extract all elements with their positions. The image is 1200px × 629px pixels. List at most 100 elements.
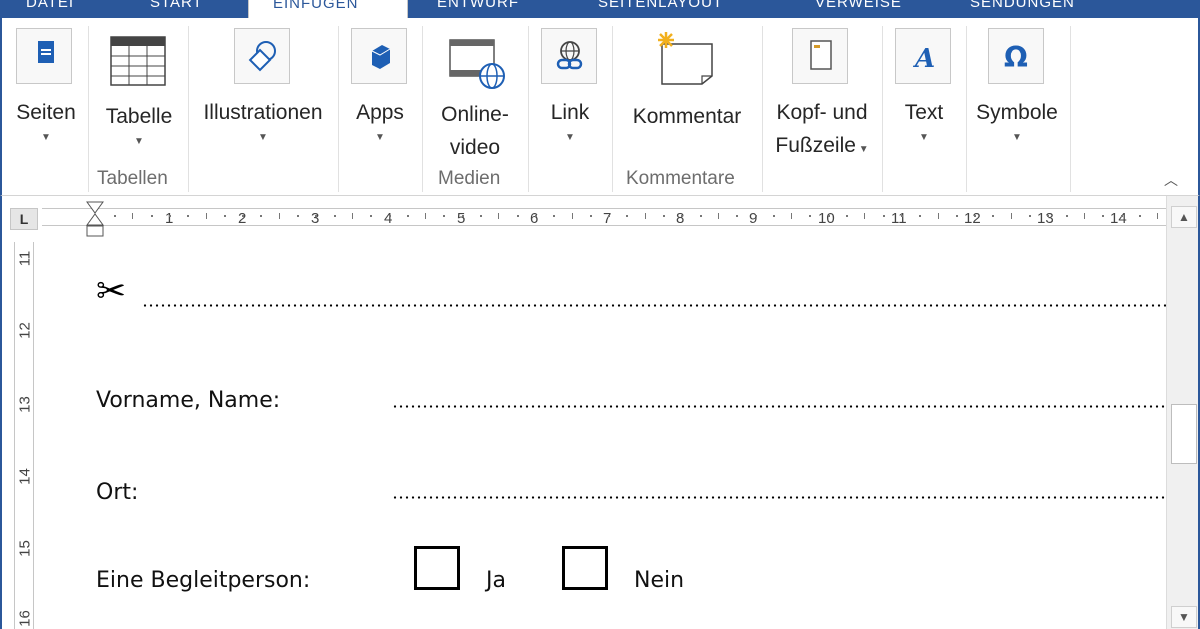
ruler-tick (736, 215, 739, 217)
link-icon (556, 41, 583, 70)
indent-marker-icon[interactable] (86, 201, 104, 247)
ruler-tick (846, 215, 848, 217)
kopf-fusszeile-button[interactable]: Kopf- und Fußzeile ▼ (766, 96, 878, 166)
ruler-tick (443, 215, 446, 217)
ruler-tick (315, 215, 318, 217)
illustrationen-button[interactable]: Illustrationen ▼ (194, 96, 332, 147)
vruler-number: 16 (16, 610, 34, 627)
shapes-icon (248, 41, 276, 72)
tab-start[interactable]: START (150, 0, 203, 18)
ruler-tick (1083, 213, 1085, 219)
ruler-tick (571, 213, 573, 219)
chevron-down-icon: ▼ (134, 136, 144, 147)
ruler-tick (955, 215, 958, 217)
scroll-up-icon[interactable]: ▲ (1171, 206, 1197, 228)
ruler-tick (864, 213, 866, 219)
ruler-tick (553, 215, 556, 217)
ruler-tick (168, 215, 171, 217)
chevron-down-icon: ▼ (375, 132, 385, 143)
name-label: Vorname, Name: (96, 388, 281, 413)
tab-selector[interactable]: L (10, 208, 38, 230)
divider (762, 26, 763, 192)
ruler-tick (425, 213, 427, 219)
cut-line (142, 304, 1166, 307)
ruler-tick (406, 215, 409, 217)
ruler-tick (114, 215, 116, 217)
apps-button[interactable]: Apps ▼ (344, 96, 416, 147)
ruler-tick (223, 215, 226, 217)
ruler-tick (1102, 215, 1105, 217)
ruler-tick (278, 213, 280, 219)
online-video-button[interactable]: Online- video (428, 98, 522, 164)
ruler-tick (1029, 215, 1031, 217)
ja-label: Ja (486, 568, 506, 593)
tabelle-button[interactable]: Tabelle ▼ (98, 100, 180, 151)
ruler-tick (351, 213, 353, 219)
apps-icon-frame (351, 28, 407, 84)
ruler-number: 10 (818, 210, 835, 227)
ruler-tick (992, 215, 995, 217)
ruler-tick (516, 215, 519, 217)
omega-icon: Ω (1004, 41, 1028, 74)
seiten-icon-frame (16, 28, 72, 84)
text-button[interactable]: Text ▼ (888, 96, 960, 147)
text-icon-frame: A (895, 28, 951, 84)
illustrationen-label: Illustrationen (203, 101, 323, 124)
ruler-tick (937, 213, 939, 219)
ruler-tick (791, 213, 793, 219)
collapse-ribbon-icon[interactable]: ︿ (1164, 170, 1178, 190)
tab-einfuegen[interactable]: EINFÜGEN (248, 0, 408, 18)
kommentar-button[interactable]: Kommentar (618, 100, 756, 133)
ruler-number: 7 (603, 210, 612, 227)
tab-datei[interactable]: DATEI (26, 0, 74, 18)
ruler-number: 13 (1037, 210, 1054, 227)
ribbon: Seiten ▼ Tabelle ▼ Tabellen Illustration… (0, 18, 1200, 196)
vruler-number: 11 (16, 250, 34, 267)
online-video-label-1: Online- (441, 103, 509, 126)
nein-checkbox[interactable] (562, 546, 608, 590)
ruler-tick (150, 215, 153, 217)
document-page[interactable]: ✂ Vorname, Name: Ort: Eine Begleitperson… (42, 242, 1166, 629)
seiten-label: Seiten (16, 101, 76, 124)
divider (1070, 26, 1071, 192)
link-button[interactable]: Link ▼ (536, 96, 604, 147)
seiten-button[interactable]: Seiten ▼ (10, 96, 82, 147)
divider (966, 26, 967, 192)
tab-seitenlayout[interactable]: SEITENLAYOUT (598, 0, 723, 18)
vruler-number: 14 (16, 468, 34, 485)
symbole-button[interactable]: Symbole ▼ (968, 96, 1066, 147)
ruler-tick (754, 215, 757, 217)
tab-sendungen[interactable]: SENDUNGEN (970, 0, 1075, 18)
table-icon (110, 36, 166, 86)
ruler-number: 12 (964, 210, 981, 227)
ruler-tick (974, 215, 977, 217)
ruler-tick (608, 215, 611, 217)
scroll-down-icon[interactable]: ▼ (1171, 606, 1197, 628)
ruler-number: 1 (165, 210, 174, 227)
link-icon-frame (541, 28, 597, 84)
vruler-number: 15 (16, 540, 34, 557)
ort-fill-line[interactable] (392, 496, 1166, 499)
ruler-tick (900, 215, 903, 217)
vertical-scrollbar[interactable]: ▲ ▼ (1166, 196, 1200, 629)
divider (422, 26, 423, 192)
new-comment-icon (658, 32, 713, 85)
symbole-label: Symbole (976, 101, 1058, 124)
ruler-tick (333, 215, 336, 217)
ribbon-tab-bar: DATEI START EINFÜGEN ENTWURF SEITENLAYOU… (0, 0, 1200, 18)
online-video-icon (449, 39, 505, 89)
chevron-down-icon: ▼ (855, 144, 869, 155)
scroll-thumb[interactable] (1171, 404, 1197, 464)
chevron-down-icon: ▼ (919, 132, 929, 143)
ruler-tick (1120, 215, 1123, 217)
ja-checkbox[interactable] (414, 546, 460, 590)
name-fill-line[interactable] (392, 405, 1166, 408)
tab-entwurf[interactable]: ENTWURF (437, 0, 519, 18)
ruler-number: 2 (238, 210, 247, 227)
divider (88, 26, 89, 192)
ruler-tick (187, 215, 190, 217)
tab-verweise[interactable]: VERWEISE (815, 0, 902, 18)
ruler-tick (626, 215, 629, 217)
ruler-tick (534, 215, 537, 217)
ruler-tick (1047, 215, 1050, 217)
